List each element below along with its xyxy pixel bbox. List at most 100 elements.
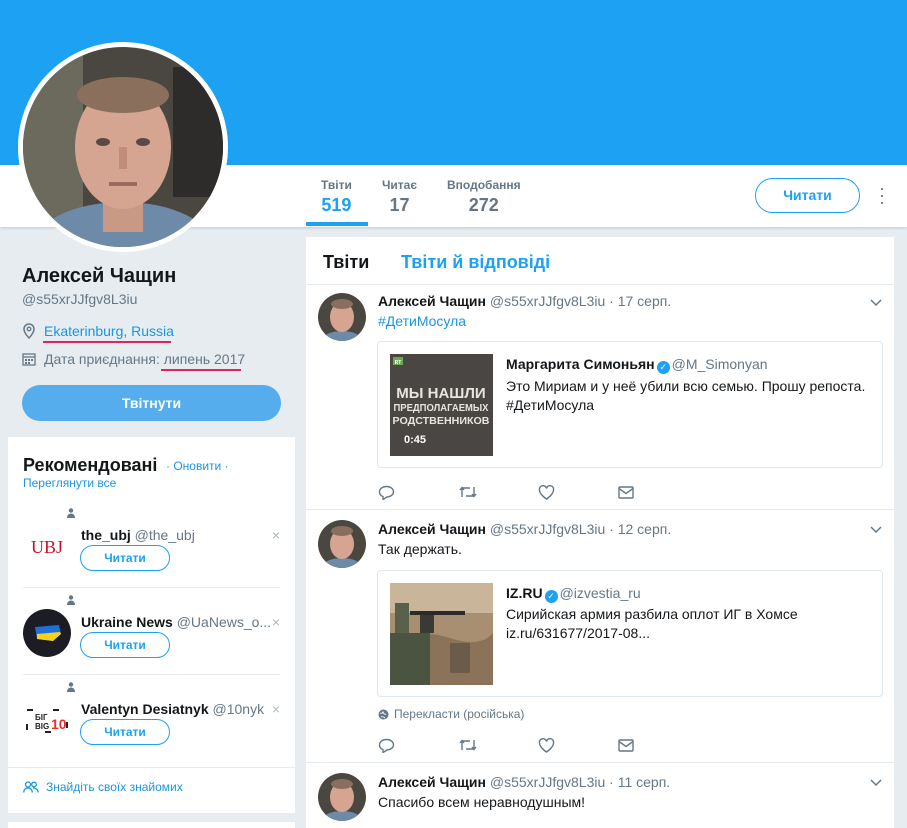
tweet-author[interactable]: Алексей Чащин <box>378 521 486 537</box>
refresh-link[interactable]: · Оновити · <box>166 459 229 473</box>
tweet-header: Алексей Чащин @s55xrJJfgv8L3iu · 17 серп… <box>378 293 671 309</box>
user-handle: @10nyk <box>212 701 265 717</box>
follow-user-button[interactable]: Читати <box>80 719 170 745</box>
tweet-text[interactable]: #ДетиМосула <box>378 313 466 329</box>
quote-link[interactable]: iz.ru/631677/2017-08... <box>506 624 650 643</box>
avatar[interactable] <box>23 609 71 657</box>
avatar[interactable]: UBJ <box>23 522 71 570</box>
reply-icon[interactable] <box>378 483 458 501</box>
like-icon[interactable] <box>538 483 618 501</box>
quote-handle: @izvestia_ru <box>559 585 641 601</box>
user-handle: @UaNews_o... <box>176 614 272 630</box>
stat-tweets[interactable]: Твіти 519 <box>321 178 352 216</box>
user-name[interactable]: Valentyn Desiatnyk <box>81 701 209 717</box>
location-underline <box>43 341 171 343</box>
logo-text-number: 10 <box>51 716 67 732</box>
view-all-link[interactable]: Переглянути все <box>23 476 116 490</box>
person-icon <box>67 508 75 518</box>
profile-avatar[interactable] <box>18 42 228 252</box>
tweet-author[interactable]: Алексей Чащин <box>378 774 486 790</box>
user-name-line: the_ubj @the_ubj <box>81 527 195 543</box>
tweet[interactable]: Алексей Чащин @s55xrJJfgv8L3iu · 11 серп… <box>306 763 894 828</box>
more-options-icon[interactable]: · · · <box>876 179 888 211</box>
timeline: Твіти Твіти й відповіді Алексей Чащин @s… <box>306 237 894 828</box>
like-icon[interactable] <box>538 736 618 754</box>
active-stat-indicator <box>306 222 368 226</box>
tweet-actions <box>378 483 698 501</box>
tweet-meta: @s55xrJJfgv8L3iu · 12 серп. <box>489 521 672 537</box>
retweet-icon[interactable] <box>458 736 538 754</box>
avatar[interactable] <box>318 293 366 341</box>
recommended-title: Рекомендовані <box>23 455 158 475</box>
chevron-down-icon[interactable] <box>870 299 882 307</box>
quote-author[interactable]: IZ.RU <box>506 585 543 601</box>
user-name[interactable]: Ukraine News <box>81 614 173 630</box>
who-to-follow-panel: Рекомендовані · Оновити · Переглянути вс… <box>8 437 295 813</box>
people-icon <box>23 781 39 793</box>
quote-hashtag[interactable]: #ДетиМосула <box>506 396 594 415</box>
quote-image[interactable] <box>390 583 493 685</box>
profile-location: Ekaterinburg, Russia <box>22 323 174 339</box>
verified-icon: ✓ <box>544 590 558 603</box>
tweet-text: Спасибо всем неравнодушным! <box>378 794 586 810</box>
thumb-line-1: МЫ НАШЛИ <box>396 385 485 402</box>
logo-text-bottom: BIG <box>35 722 49 731</box>
message-icon[interactable] <box>618 483 698 501</box>
chevron-down-icon[interactable] <box>870 779 882 787</box>
video-thumbnail[interactable]: RT МЫ НАШЛИ ПРЕДПОЛАГАЕМЫХ РОДСТВЕННИКОВ… <box>390 354 493 456</box>
location-pin-icon <box>22 323 38 339</box>
tweet-meta: @s55xrJJfgv8L3iu · 17 серп. <box>489 293 672 309</box>
translate-label: Перекласти (російська) <box>394 707 525 721</box>
tweet-author[interactable]: Алексей Чащин <box>378 293 486 309</box>
tweet-button[interactable]: Твітнути <box>22 385 281 421</box>
reply-icon[interactable] <box>378 736 458 754</box>
message-icon[interactable] <box>618 736 698 754</box>
quote-text: Сирийская армия разбила оплот ИГ в Хомсе <box>506 606 798 622</box>
tab-tweets[interactable]: Твіти <box>323 252 369 273</box>
tweet-header: Алексей Чащин @s55xrJJfgv8L3iu · 12 серп… <box>378 521 671 537</box>
stat-likes[interactable]: Вподобання 272 <box>447 178 521 216</box>
quoted-tweet[interactable]: IZ.RU ✓ @izvestia_ru Сирийская армия разби… <box>377 570 883 697</box>
translate-link[interactable]: Перекласти (російська) <box>378 707 524 721</box>
quoted-tweet[interactable]: RT МЫ НАШЛИ ПРЕДПОЛАГАЕМЫХ РОДСТВЕННИКОВ… <box>377 341 883 468</box>
find-friends-link[interactable]: Знайдіть своїх знайомих <box>23 780 183 794</box>
tweet-text: Так держать. <box>378 541 462 557</box>
avatar[interactable] <box>318 520 366 568</box>
user-name-line: Ukraine News @UaNews_o... <box>81 614 271 630</box>
calendar-icon <box>22 352 38 366</box>
thumb-line-3: РОДСТВЕННИКОВ <box>393 416 490 427</box>
avatar[interactable]: БІГ BIG 10 <box>23 696 71 744</box>
tweet[interactable]: Алексей Чащин @s55xrJJfgv8L3iu · 12 серп… <box>306 510 894 763</box>
user-name[interactable]: the_ubj <box>81 527 131 543</box>
person-icon <box>67 595 75 605</box>
tweet-header: Алексей Чащин @s55xrJJfgv8L3iu · 11 серп… <box>378 774 670 790</box>
logo-text-top: БІГ <box>35 713 48 722</box>
tweet[interactable]: Алексей Чащин @s55xrJJfgv8L3iu · 17 серп… <box>306 285 894 510</box>
avatar[interactable] <box>318 773 366 821</box>
follow-button[interactable]: Читати <box>755 178 860 213</box>
join-date: липень 2017 <box>163 351 246 367</box>
divider <box>8 767 295 768</box>
dismiss-icon[interactable]: × <box>272 527 280 543</box>
stat-following[interactable]: Читає 17 <box>382 178 417 216</box>
profile-name: Алексей Чащин <box>22 265 177 287</box>
verified-icon: ✓ <box>656 361 670 374</box>
list-item: БІГ BIG 10 Valentyn Desiatnyk @10nyk × Ч… <box>23 676 280 762</box>
tab-tweets-replies[interactable]: Твіти й відповіді <box>401 252 550 273</box>
profile-join-date: Дата приєднання: липень 2017 <box>22 351 245 367</box>
follow-user-button[interactable]: Читати <box>80 545 170 571</box>
profile-handle: @s55xrJJfgv8L3iu <box>22 291 138 307</box>
location-link[interactable]: Ekaterinburg, Russia <box>44 323 174 339</box>
user-handle: @the_ubj <box>134 527 195 543</box>
chevron-down-icon[interactable] <box>870 526 882 534</box>
retweet-icon[interactable] <box>458 483 538 501</box>
quote-header: Маргарита Симоньян ✓ @M_Simonyan <box>506 356 768 374</box>
rt-badge: RT <box>395 360 402 366</box>
timeline-tabs: Твіти Твіти й відповіді <box>306 237 894 285</box>
quote-text: Это Мириам и у неё убили всю семью. Прош… <box>506 378 866 394</box>
dismiss-icon[interactable]: × <box>272 701 280 717</box>
join-date-underline <box>161 369 241 371</box>
follow-user-button[interactable]: Читати <box>80 632 170 658</box>
quote-author[interactable]: Маргарита Симоньян <box>506 356 655 372</box>
dismiss-icon[interactable]: × <box>272 614 280 630</box>
